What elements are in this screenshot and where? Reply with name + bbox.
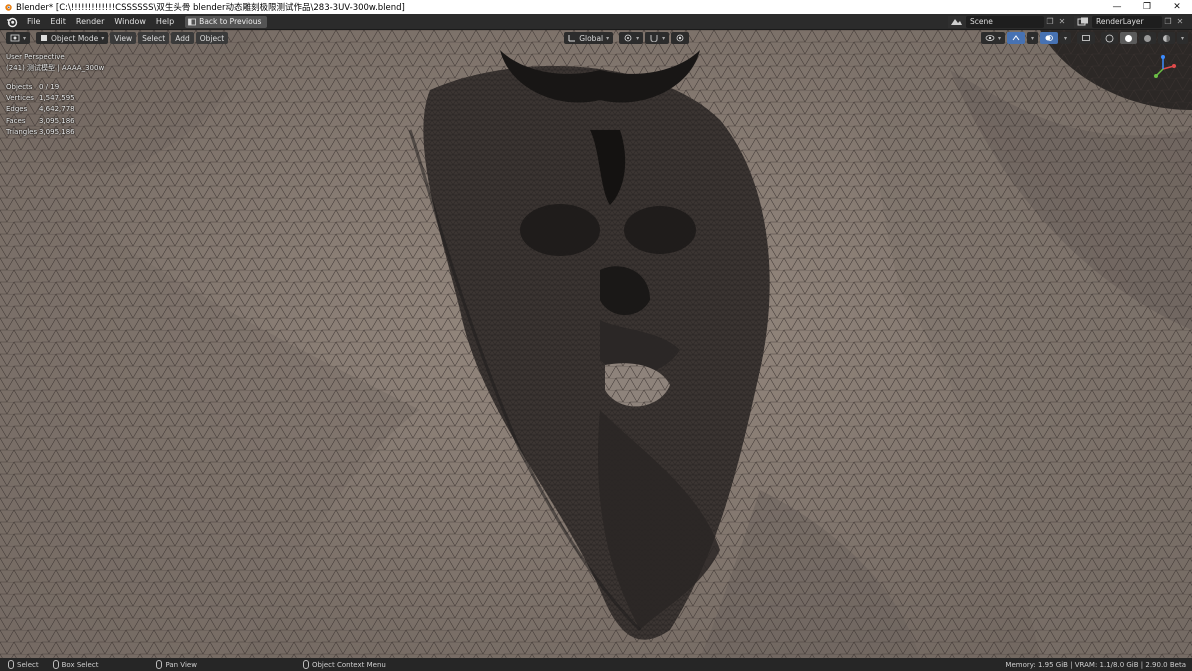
shading-solid-button[interactable] (1119, 32, 1137, 44)
shading-wireframe-button[interactable] (1100, 32, 1118, 44)
global-icon (568, 35, 576, 42)
perspective-label: User Perspective (6, 53, 65, 61)
rendered-shading-icon (1162, 34, 1170, 42)
stat-vertices: Vertices 1,547,595 (6, 94, 75, 103)
visibility-button[interactable]: ▾ (980, 32, 1005, 44)
mode-label: Object Mode (51, 33, 99, 43)
3d-viewport[interactable]: User Perspective (241) 测试模型 | AAAA_300w … (0, 30, 1192, 658)
gizmo-icon[interactable] (1148, 54, 1178, 84)
mouse-drag-icon (52, 660, 59, 669)
proportional-edit-button[interactable] (671, 32, 690, 44)
menu-edit[interactable]: Edit (45, 14, 71, 30)
menu-object[interactable]: Object (195, 32, 229, 44)
scene-name-field[interactable]: Scene (966, 15, 1044, 28)
stat-faces: Faces 3,095,186 (6, 116, 75, 125)
scene-stats: Objects 0 / 19 Vertices 1,547,595 Edges 4,6… (6, 82, 75, 138)
snap-button[interactable]: ▾ (645, 32, 670, 44)
minimize-button[interactable]: — (1102, 0, 1132, 14)
close-button[interactable]: ✕ (1162, 0, 1192, 14)
pivot-icon (624, 34, 632, 42)
status-context-menu: Object Context Menu (302, 660, 386, 669)
maximize-button[interactable]: ❐ (1132, 0, 1162, 14)
os-titlebar: Blender* [C:\!!!!!!!!!!!!!CSSSSSS\双生头骨 b… (0, 0, 1192, 14)
renderlayer-name-field[interactable]: RenderLayer (1092, 15, 1162, 28)
memory-info: Memory: 1.95 GiB | VRAM: 1.1/8.0 GiB | 2… (1005, 660, 1186, 669)
mesh-render (0, 30, 1192, 658)
eye-icon (985, 35, 995, 41)
stat-edges: Edges 4,642,778 (6, 105, 75, 114)
renderlayer-icon[interactable] (1074, 15, 1092, 28)
status-select: Select (8, 660, 39, 669)
gizmo-toggle-icon (1012, 35, 1020, 41)
transform-orientation-selector[interactable]: Global ▾ (564, 32, 614, 44)
renderlayer-selector[interactable]: RenderLayer ❐ ✕ (1074, 15, 1186, 28)
scene-copy-icon[interactable]: ❐ (1044, 16, 1056, 28)
back-icon (188, 18, 197, 25)
mouse-middle-icon (156, 660, 163, 669)
blender-logo-icon[interactable] (5, 15, 19, 29)
magnet-icon (650, 35, 658, 42)
material-shading-icon (1143, 34, 1151, 42)
editor-type-button[interactable]: ▾ (6, 32, 31, 44)
gizmos-dropdown[interactable]: ▾ (1026, 32, 1038, 44)
gizmos-button[interactable] (1006, 32, 1025, 44)
mouse-right-icon (302, 660, 309, 669)
orientation-label: Global (579, 33, 604, 43)
status-bar: Select Box Select Pan View Object Contex… (0, 658, 1192, 671)
mouse-left-icon (8, 660, 14, 669)
window-title: Blender* [C:\!!!!!!!!!!!!!CSSSSSS\双生头骨 b… (16, 3, 405, 13)
menu-view[interactable]: View (110, 32, 137, 44)
proportional-icon (676, 34, 684, 42)
status-pan-view: Pan View (156, 660, 197, 669)
editor-type-icon (10, 34, 20, 42)
mode-selector[interactable]: Object Mode ▾ (36, 32, 109, 44)
back-button-label: Back to Previous (199, 17, 262, 26)
viewport-header: ▾ Object Mode ▾ View Select Add Object G… (0, 30, 1192, 46)
scene-icon[interactable] (948, 15, 966, 28)
scene-remove-icon[interactable]: ✕ (1056, 16, 1068, 28)
pivot-point-button[interactable]: ▾ (619, 32, 644, 44)
menu-file[interactable]: File (22, 14, 45, 30)
status-box-select: Box Select (52, 660, 98, 669)
overlays-dropdown[interactable]: ▾ (1059, 32, 1071, 44)
shading-material-button[interactable] (1138, 32, 1156, 44)
menu-select[interactable]: Select (138, 32, 170, 44)
blender-app-icon (5, 4, 12, 11)
renderlayer-remove-icon[interactable]: ✕ (1174, 16, 1186, 28)
mode-icon (41, 35, 48, 41)
wireframe-shading-icon (1105, 34, 1114, 42)
menu-help[interactable]: Help (151, 14, 179, 30)
shading-rendered-button[interactable] (1157, 32, 1175, 44)
xray-icon (1082, 35, 1090, 41)
overlays-button[interactable] (1039, 32, 1058, 44)
menu-window[interactable]: Window (109, 14, 151, 30)
solid-shading-icon (1124, 34, 1132, 42)
renderlayer-copy-icon[interactable]: ❐ (1162, 16, 1174, 28)
shading-dropdown[interactable]: ▾ (1176, 32, 1188, 44)
stat-triangles: Triangles 3,095,186 (6, 127, 75, 136)
scene-selector[interactable]: Scene ❐ ✕ (948, 15, 1068, 28)
stat-objects: Objects 0 / 19 (6, 83, 60, 91)
object-info-label: (241) 测试模型 | AAAA_300w (6, 64, 105, 72)
menu-add[interactable]: Add (171, 32, 194, 44)
back-to-previous-button[interactable]: Back to Previous (185, 15, 268, 28)
overlay-icon (1045, 35, 1053, 41)
blender-topbar: File Edit Render Window Help Back to Pre… (0, 14, 1192, 30)
xray-button[interactable] (1076, 32, 1095, 44)
menu-render[interactable]: Render (71, 14, 109, 30)
